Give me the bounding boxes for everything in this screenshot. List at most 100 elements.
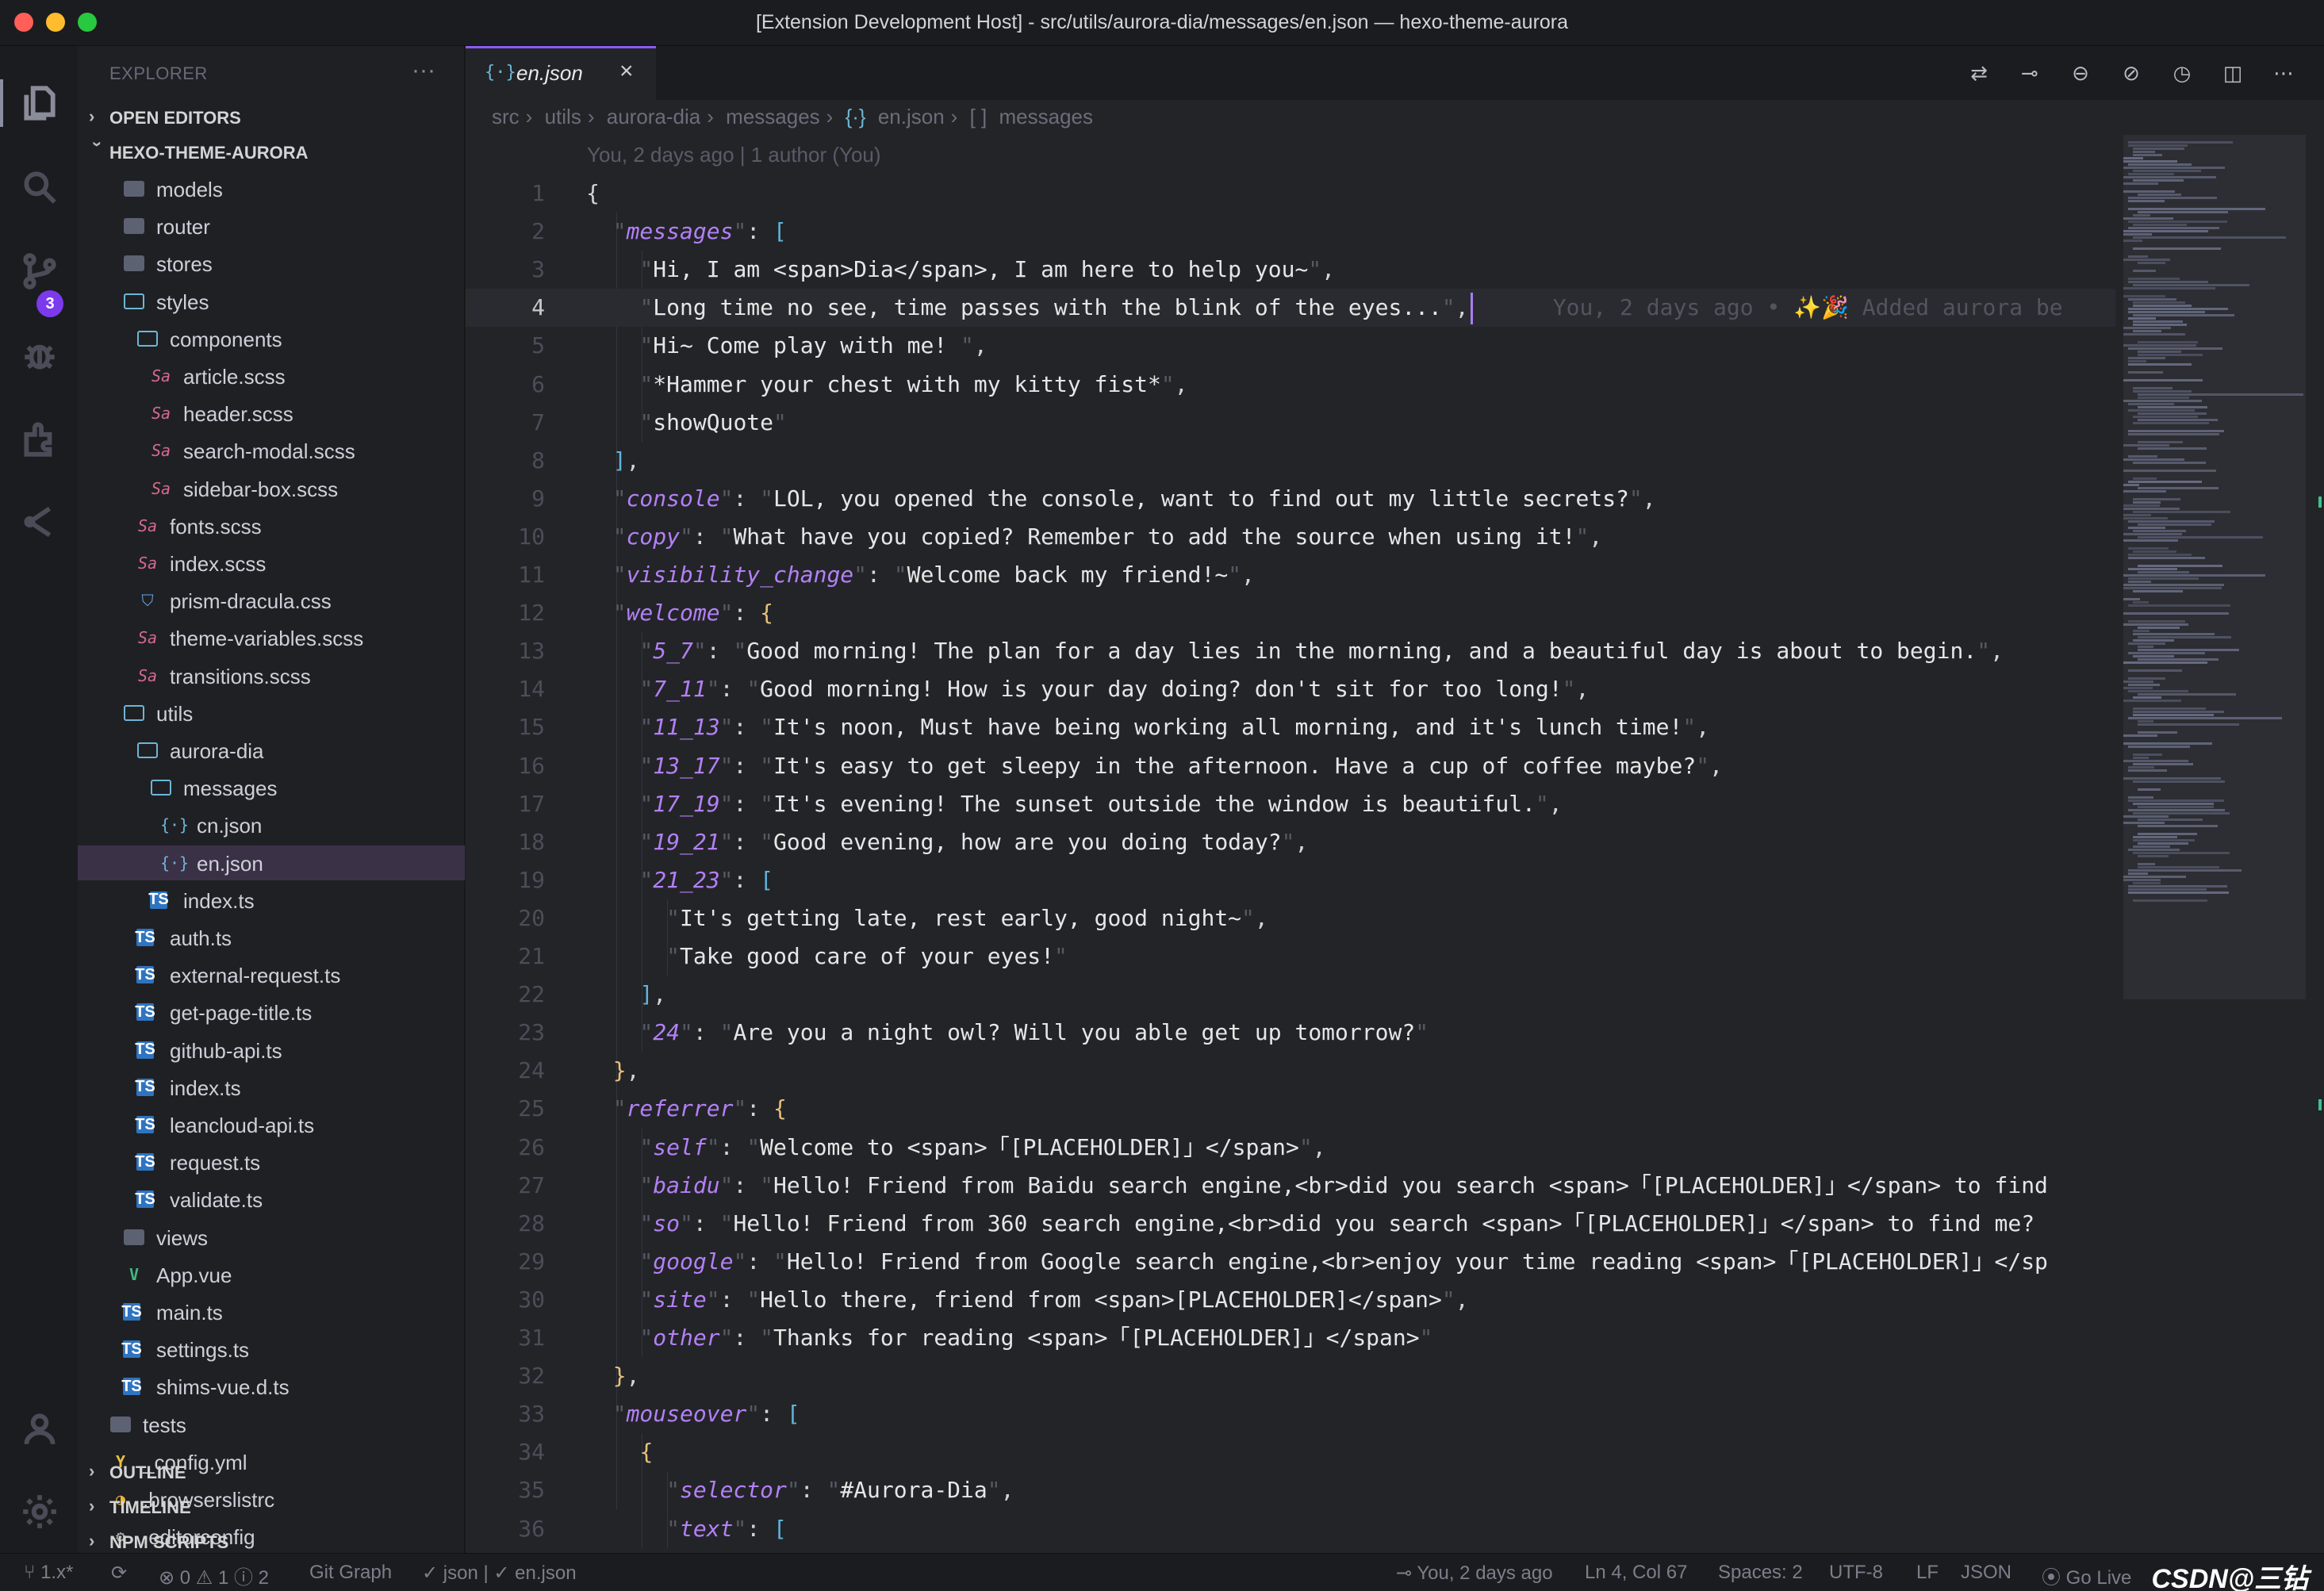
settings-gear-icon[interactable] — [17, 1489, 62, 1534]
code-line[interactable]: 21 "Take good care of your eyes!" — [466, 937, 2115, 976]
breadcrumb-item[interactable]: utils — [545, 105, 581, 128]
code-line[interactable]: 33 "mouseover": [ — [466, 1395, 2115, 1433]
code-line[interactable]: 26 "self": "Welcome to <span>「[PLACEHOLD… — [466, 1129, 2115, 1167]
tree-file[interactable]: {·} en.json — [78, 845, 465, 880]
tree-folder[interactable]: utils — [78, 696, 465, 730]
tree-file[interactable]: TS request.ts — [78, 1144, 465, 1179]
code-line[interactable]: 25 "referrer": { — [466, 1090, 2115, 1128]
tree-file[interactable]: TS index.ts — [78, 1070, 465, 1105]
tree-folder[interactable]: stores — [78, 246, 465, 281]
cursor-position[interactable]: Ln 4, Col 67 — [1585, 1562, 1687, 1584]
git-compare-icon[interactable]: ⇄ — [1965, 59, 1993, 87]
tree-folder[interactable]: styles — [78, 284, 465, 319]
tree-file[interactable]: Sa sidebar-box.scss — [78, 471, 465, 506]
code-line[interactable]: 20 "It's getting late, rest early, good … — [466, 899, 2115, 937]
minimap[interactable] — [2115, 100, 2324, 1553]
git-graph-button[interactable]: Git Graph — [309, 1562, 392, 1584]
code-line[interactable]: 30 "site": "Hello there, friend from <sp… — [466, 1281, 2115, 1319]
close-icon[interactable]: × — [619, 58, 634, 85]
code-line[interactable]: 6 "*Hammer your chest with my kitty fist… — [466, 366, 2115, 404]
code-line[interactable]: 17 "17_19": "It's evening! The sunset ou… — [466, 785, 2115, 823]
code-line[interactable]: 10 "copy": "What have you copied? Rememb… — [466, 518, 2115, 556]
tree-file[interactable]: TS external-request.ts — [78, 957, 465, 992]
section-open-editors[interactable]: › OPEN EDITORS — [78, 102, 465, 133]
code-line[interactable]: 5 "Hi~ Come play with me! ", — [466, 327, 2115, 365]
more-actions-icon[interactable]: ··· — [412, 57, 435, 84]
code-line[interactable]: 14 "7_11": "Good morning! How is your da… — [466, 670, 2115, 708]
eol[interactable]: LF — [1916, 1562, 1939, 1584]
code-line[interactable]: 19 "21_23": [ — [466, 861, 2115, 899]
breadcrumb-item[interactable]: aurora-dia — [607, 105, 701, 128]
tree-file[interactable]: ⛉ prism-dracula.css — [78, 583, 465, 618]
code-line[interactable]: 7 "showQuote" — [466, 404, 2115, 442]
code-line[interactable]: 9 "console": "LOL, you opened the consol… — [466, 480, 2115, 518]
breadcrumb-item[interactable]: messages — [726, 105, 820, 128]
tree-file[interactable]: Sa article.scss — [78, 358, 465, 393]
code-line[interactable]: 36 "text": [ — [466, 1510, 2115, 1548]
files-icon[interactable] — [17, 81, 62, 125]
tree-file[interactable]: Sa index.scss — [78, 546, 465, 581]
git-commit-icon[interactable]: ⊸ — [2015, 59, 2044, 87]
go-live-button[interactable]: ⦿ Go Live — [2042, 1562, 2131, 1589]
code-line[interactable]: 16 "13_17": "It's easy to get sleepy in … — [466, 747, 2115, 785]
breadcrumb-item[interactable]: en.json — [878, 105, 945, 128]
code-line[interactable]: 31 "other": "Thanks for reading <span>「[… — [466, 1319, 2115, 1357]
sync-icon[interactable]: ⟳ — [111, 1562, 127, 1585]
tab-en-json[interactable]: {·} en.json × — [466, 46, 656, 100]
code-line[interactable]: 34 { — [466, 1433, 2115, 1471]
tree-file[interactable]: Sa fonts.scss — [78, 508, 465, 543]
more-actions-icon[interactable]: ⋯ — [2269, 59, 2298, 87]
indentation[interactable]: Spaces: 2 — [1718, 1562, 1803, 1584]
tree-file[interactable]: Sa header.scss — [78, 396, 465, 431]
tree-folder[interactable]: router — [78, 209, 465, 243]
code-line[interactable]: 1{ — [466, 174, 2115, 213]
code-line[interactable]: 11 "visibility_change": "Welcome back my… — [466, 556, 2115, 594]
source-control-icon[interactable] — [17, 249, 62, 293]
code-line[interactable]: 32 }, — [466, 1357, 2115, 1395]
git-graph-icon[interactable] — [17, 500, 62, 544]
code-line[interactable]: 29 "google": "Hello! Friend from Google … — [466, 1243, 2115, 1281]
file-checks[interactable]: ✓ json | ✓ en.json — [422, 1562, 577, 1585]
section-outline[interactable]: › OUTLINE — [78, 1456, 465, 1488]
split-editor-icon[interactable]: ◫ — [2219, 59, 2247, 87]
tree-file[interactable]: TS auth.ts — [78, 920, 465, 955]
tree-file[interactable]: TS settings.ts — [78, 1332, 465, 1367]
problems-indicator[interactable]: ⊗ 0 ⚠ 1 ⓘ 2 — [159, 1562, 269, 1589]
tree-file[interactable]: TS index.ts — [78, 883, 465, 918]
tree-file[interactable]: Sa search-modal.scss — [78, 433, 465, 468]
code-line[interactable]: 13 "5_7": "Good morning! The plan for a … — [466, 632, 2115, 670]
tree-folder[interactable]: models — [78, 171, 465, 206]
breadcrumb-item[interactable]: src — [492, 105, 520, 128]
tree-folder[interactable]: views — [78, 1220, 465, 1255]
tree-folder[interactable]: components — [78, 321, 465, 356]
section-timeline[interactable]: › TIMELINE — [78, 1491, 465, 1523]
account-icon[interactable] — [17, 1407, 62, 1451]
language-mode[interactable]: JSON — [1961, 1562, 2011, 1584]
tree-file[interactable]: Sa transitions.scss — [78, 658, 465, 693]
tree-file[interactable]: TS main.ts — [78, 1294, 465, 1329]
code-line[interactable]: 15 "11_13": "It's noon, Must have being … — [466, 708, 2115, 746]
encoding[interactable]: UTF-8 — [1829, 1562, 1883, 1584]
tree-file[interactable]: TS shims-vue.d.ts — [78, 1369, 465, 1404]
code-line[interactable]: 4 "Long time no see, time passes with th… — [466, 289, 2115, 328]
code-line[interactable]: 22 ], — [466, 976, 2115, 1014]
code-line[interactable]: 12 "welcome": { — [466, 594, 2115, 632]
tree-file[interactable]: TS validate.ts — [78, 1182, 465, 1217]
tree-folder[interactable]: messages — [78, 770, 465, 805]
code-line[interactable]: 24 }, — [466, 1052, 2115, 1090]
tree-file[interactable]: {·} cn.json — [78, 807, 465, 842]
code-line[interactable]: 28 "so": "Hello! Friend from 360 search … — [466, 1205, 2115, 1243]
tree-file[interactable]: tests — [78, 1407, 465, 1442]
code-line[interactable]: 18 "19_21": "Good evening, how are you d… — [466, 823, 2115, 861]
branch-indicator[interactable]: ⑂ 1.x* — [24, 1562, 73, 1584]
code-line[interactable]: 27 "baidu": "Hello! Friend from Baidu se… — [466, 1167, 2115, 1205]
extensions-icon[interactable] — [17, 416, 62, 460]
inline-blame[interactable]: You, 2 days ago • ✨🎉 Added aurora be — [1473, 294, 2063, 320]
section-project[interactable]: › HEXO-THEME-AURORA — [78, 136, 465, 168]
git-prev-icon[interactable]: ⊖ — [2066, 59, 2095, 87]
tree-file[interactable]: TS leancloud-api.ts — [78, 1107, 465, 1142]
tree-file[interactable]: TS get-page-title.ts — [78, 995, 465, 1029]
code-line[interactable]: 23 "24": "Are you a night owl? Will you … — [466, 1014, 2115, 1052]
code-editor[interactable]: 1{2 "messages": [3 "Hi, I am <span>Dia</… — [466, 174, 2115, 1553]
tree-file[interactable]: V App.vue — [78, 1257, 465, 1292]
